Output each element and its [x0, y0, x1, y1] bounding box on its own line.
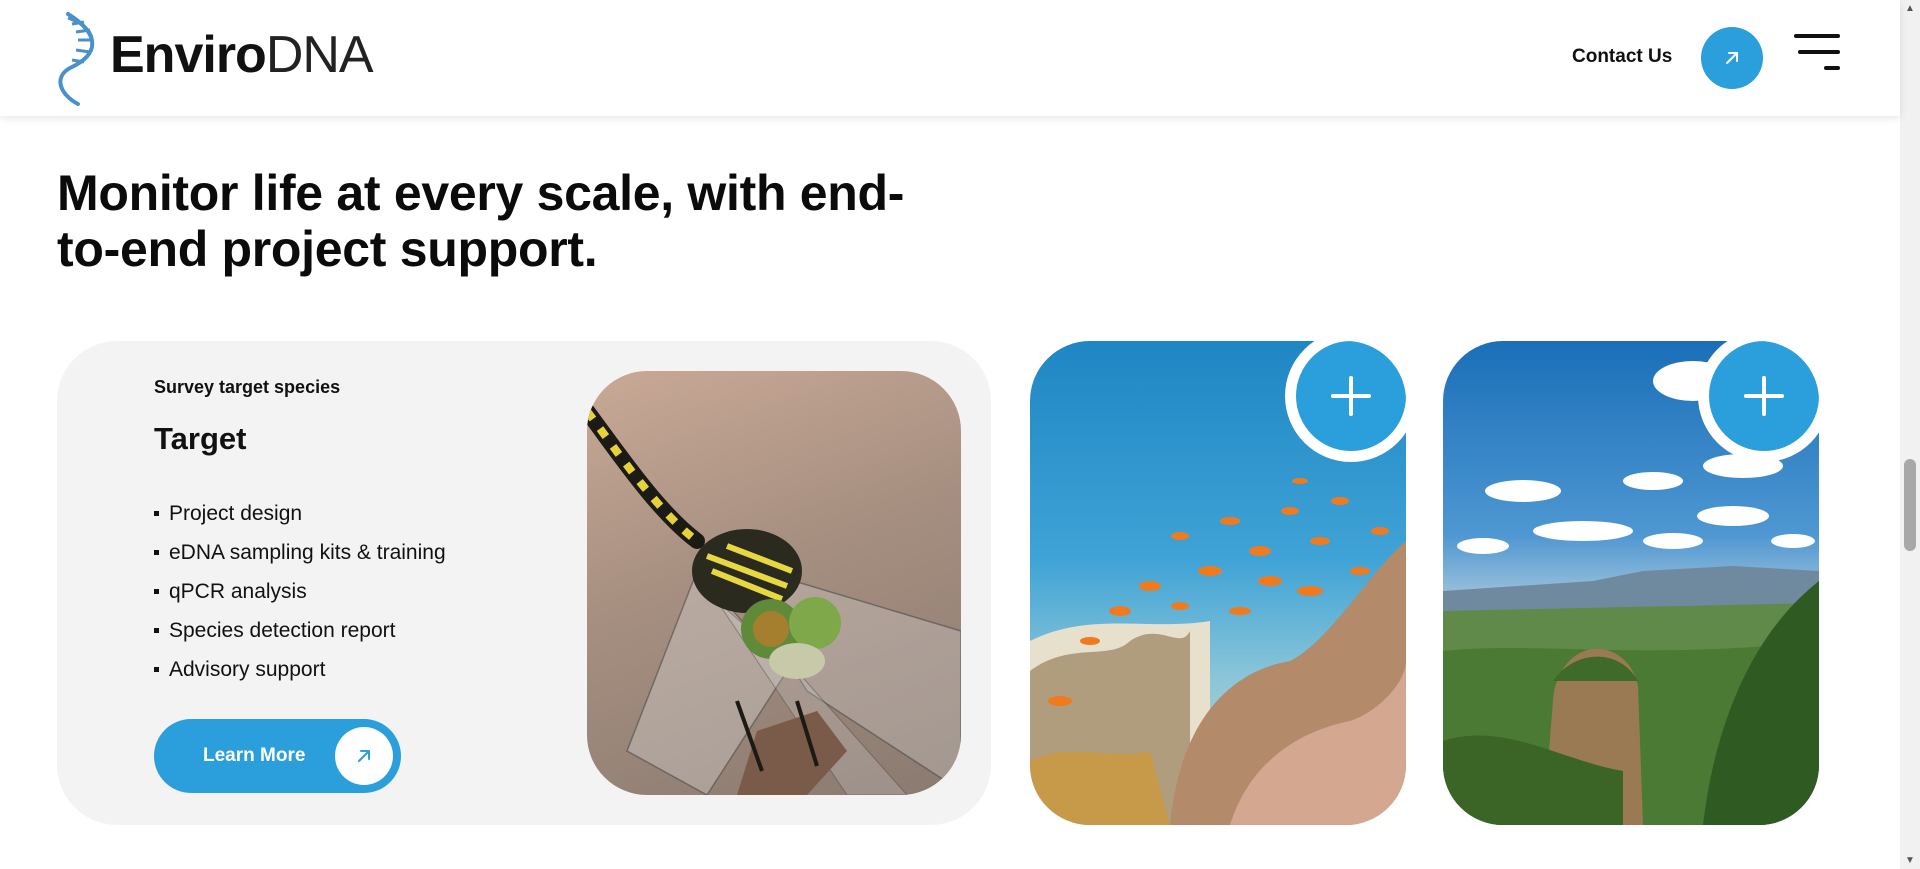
menu-button[interactable] [1794, 34, 1840, 72]
card-title: Target [154, 421, 247, 456]
scrollbar-thumb[interactable] [1904, 459, 1916, 551]
section-heading-line2: to-end project support. [57, 221, 598, 277]
plus-icon [1331, 376, 1371, 416]
menu-line-middle [1798, 50, 1840, 54]
dna-helix-icon [58, 12, 95, 106]
expand-button[interactable] [1709, 341, 1819, 451]
contact-us-link[interactable]: Contact Us [1572, 46, 1672, 68]
learn-more-button[interactable]: Learn More [154, 719, 401, 793]
scroll-up-arrow-icon[interactable]: ▲ [1900, 0, 1920, 17]
logo-wordmark-light: DNA [265, 26, 374, 84]
feature-item: Project design [154, 494, 446, 533]
menu-line-bottom [1824, 66, 1840, 70]
arrow-up-right-icon [1726, 52, 1738, 64]
card-eyebrow: Survey target species [154, 377, 341, 397]
scroll-down-arrow-icon[interactable]: ▼ [1900, 852, 1920, 869]
plus-icon [1744, 376, 1784, 416]
mountain-forest-tile[interactable] [1443, 341, 1819, 825]
page-scrollbar[interactable]: ▲ ▼ [1900, 0, 1920, 869]
hamburger-menu-icon [1794, 34, 1840, 38]
feature-item: Species detection report [154, 611, 446, 650]
dragonfly-image [587, 371, 961, 795]
learn-more-arrow-circle [335, 727, 393, 785]
contact-us-button[interactable] [1701, 27, 1763, 89]
section-heading: Monitor life at every scale, with end- t… [57, 165, 957, 277]
feature-item: qPCR analysis [154, 572, 446, 611]
service-card-target: Survey target species Target Project des… [57, 341, 991, 825]
logo-wordmark: EnviroDNA [110, 25, 374, 85]
expand-button[interactable] [1296, 341, 1406, 451]
logo-wordmark-bold: Enviro [110, 26, 267, 84]
section-heading-line1: Monitor life at every scale, with end- [57, 165, 905, 221]
learn-more-label: Learn More [203, 745, 306, 766]
feature-item: eDNA sampling kits & training [154, 533, 446, 572]
feature-list: Project design eDNA sampling kits & trai… [154, 494, 446, 689]
arrow-up-right-icon [358, 750, 370, 762]
coral-reef-tile[interactable] [1030, 341, 1406, 825]
feature-item: Advisory support [154, 650, 446, 689]
logo-link[interactable]: EnviroDNA [56, 10, 374, 106]
site-header: EnviroDNA Contact Us [0, 0, 1900, 116]
